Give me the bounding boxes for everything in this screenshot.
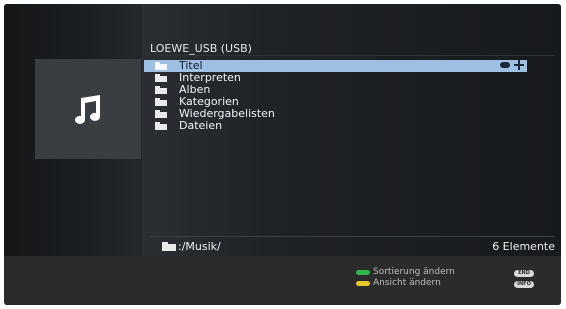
folder-icon <box>155 62 167 70</box>
music-note-icon <box>75 95 100 124</box>
header-divider <box>150 55 555 56</box>
yellow-key-icon <box>356 280 370 286</box>
tv-screen: LOEWE_USB (USB) Titel Interpreten Alben … <box>4 4 561 305</box>
hint-view-label: Ansicht ändern <box>373 278 441 288</box>
folder-icon <box>155 98 167 106</box>
item-count: 6 Elemente <box>492 239 555 253</box>
nav-cross-icon <box>514 60 524 70</box>
hint-view[interactable]: Ansicht ändern <box>356 278 441 288</box>
end-key[interactable]: END <box>514 270 534 277</box>
green-key-icon <box>356 269 370 275</box>
folder-icon <box>155 86 167 94</box>
folder-icon <box>155 74 167 82</box>
list-item-dateien[interactable]: Dateien <box>144 120 527 132</box>
footer-bar: Sortierung ändern Ansicht ändern END INF… <box>4 256 561 305</box>
folder-icon <box>155 110 167 118</box>
hint-sort-label: Sortierung ändern <box>373 267 455 277</box>
ok-icon <box>500 62 510 68</box>
path-bar: :/Musik/ 6 Elemente <box>150 238 555 254</box>
folder-icon <box>162 241 176 251</box>
hint-sort[interactable]: Sortierung ändern <box>356 267 455 277</box>
path-divider <box>150 236 555 237</box>
source-title: LOEWE_USB (USB) <box>150 42 252 55</box>
current-path: :/Musik/ <box>178 239 221 253</box>
folder-list: Titel Interpreten Alben Kategorien Wiede… <box>144 60 527 132</box>
media-type-tile <box>35 59 141 159</box>
row-key-hints <box>500 60 524 70</box>
list-item-label: Dateien <box>179 119 223 132</box>
info-key[interactable]: INFO <box>514 281 534 288</box>
folder-icon <box>155 122 167 130</box>
